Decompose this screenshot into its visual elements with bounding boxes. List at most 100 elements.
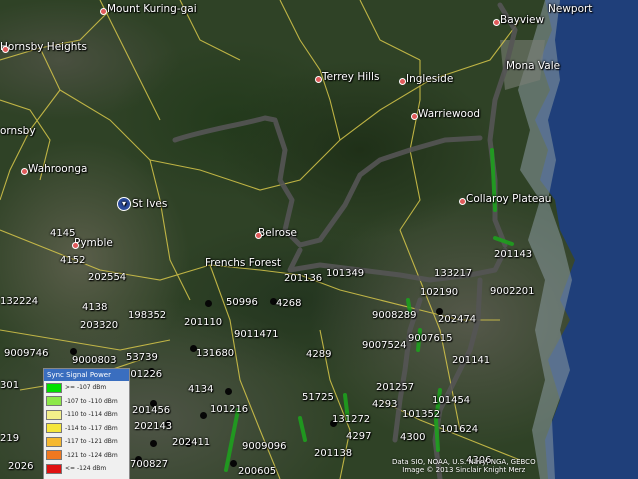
legend-item: -110 to -114 dBm xyxy=(44,408,129,422)
legend-swatch xyxy=(46,423,62,434)
site-label: 101352 xyxy=(402,409,441,420)
shield-icon: ▾ xyxy=(117,197,131,211)
site-label: 201138 xyxy=(314,448,353,459)
site-label: 202143 xyxy=(134,421,173,432)
place-pymble: Pymble xyxy=(74,237,113,249)
site-label: 202474 xyxy=(438,314,477,325)
site-label: 101624 xyxy=(440,424,479,435)
map-attribution: Data SIO, NOAA, U.S. Navy, NGA, GEBCO Im… xyxy=(392,458,536,474)
place-bayview: Bayview xyxy=(500,14,545,26)
place-marker[interactable] xyxy=(100,8,107,15)
place-terrey-hills: Terrey Hills xyxy=(322,71,380,83)
site-label: 9009746 xyxy=(4,348,49,359)
site-label: 4268 xyxy=(276,298,302,309)
legend-item: <= -124 dBm xyxy=(44,462,129,476)
site-label: 198352 xyxy=(128,310,167,321)
legend-label: -121 to -124 dBm xyxy=(65,451,118,459)
site-label: 201141 xyxy=(452,355,491,366)
place-marker[interactable] xyxy=(399,78,406,85)
place-marker[interactable] xyxy=(255,232,262,239)
site-label: 9000803 xyxy=(72,355,117,366)
site-label: 301 xyxy=(0,380,20,391)
site-marker[interactable] xyxy=(150,440,157,447)
site-label: 4138 xyxy=(82,302,108,313)
site-label: 9007615 xyxy=(408,333,453,344)
attribution-data: Data SIO, NOAA, U.S. Navy, NGA, GEBCO xyxy=(392,458,536,466)
site-label: 201136 xyxy=(284,273,323,284)
site-label: 201456 xyxy=(132,405,171,416)
place-hornsby: ornsby xyxy=(0,125,36,137)
place-mona-vale: Mona Vale xyxy=(506,60,561,72)
site-label: 2026 xyxy=(8,461,34,472)
site-label: 101216 xyxy=(210,404,249,415)
legend-label: <= -124 dBm xyxy=(65,465,107,473)
legend-swatch xyxy=(46,382,62,393)
site-label: 4300 xyxy=(400,432,426,443)
site-marker[interactable] xyxy=(230,460,237,467)
legend-swatch xyxy=(46,396,62,407)
map-view[interactable]: Mount Kuring-gai Hornsby Heights ornsby … xyxy=(0,0,638,479)
legend-label: -114 to -117 dBm xyxy=(65,424,118,432)
site-label: 202411 xyxy=(172,437,211,448)
site-label: 9002201 xyxy=(490,286,535,297)
site-label: 131680 xyxy=(196,348,235,359)
site-label: 131272 xyxy=(332,414,371,425)
legend-swatch xyxy=(46,436,62,447)
place-newport: Newport xyxy=(548,3,593,15)
legend-label: >= -107 dBm xyxy=(65,384,107,392)
site-label: 201143 xyxy=(494,249,533,260)
legend-label: -110 to -114 dBm xyxy=(65,411,118,419)
legend-label: -117 to -121 dBm xyxy=(65,438,118,446)
site-label: 101349 xyxy=(326,268,365,279)
place-marker[interactable] xyxy=(459,198,466,205)
site-label: 9011471 xyxy=(234,329,279,340)
site-label: 50996 xyxy=(226,297,258,308)
site-label: 9008289 xyxy=(372,310,417,321)
legend-item: -107 to -110 dBm xyxy=(44,395,129,409)
legend-label: -107 to -110 dBm xyxy=(65,397,118,405)
place-frenchs-forest: Frenchs Forest xyxy=(205,257,281,269)
site-label: 201257 xyxy=(376,382,415,393)
site-label: 202554 xyxy=(88,272,127,283)
place-ingleside: Ingleside xyxy=(406,73,454,85)
legend-item: -114 to -117 dBm xyxy=(44,422,129,436)
place-belrose: Belrose xyxy=(258,227,298,239)
signal-legend: Sync Signal Power >= -107 dBm -107 to -11… xyxy=(43,368,130,479)
site-label: 9007524 xyxy=(362,340,407,351)
site-marker[interactable] xyxy=(205,300,212,307)
legend-swatch xyxy=(46,409,62,420)
legend-title: Sync Signal Power xyxy=(44,369,129,381)
site-label: 9009096 xyxy=(242,441,287,452)
attribution-image: Image © 2013 Sinclair Knight Merz xyxy=(402,466,526,474)
place-st-ives: St Ives xyxy=(132,198,168,210)
site-label: 219 xyxy=(0,433,20,444)
legend-item: -121 to -124 dBm xyxy=(44,449,129,463)
site-label: 201110 xyxy=(184,317,223,328)
site-label: 4297 xyxy=(346,431,372,442)
site-label: 53739 xyxy=(126,352,158,363)
site-label: 4289 xyxy=(306,349,332,360)
place-wahroonga: Wahroonga xyxy=(28,163,88,175)
place-marker[interactable] xyxy=(493,19,500,26)
site-marker[interactable] xyxy=(200,412,207,419)
place-marker[interactable] xyxy=(2,46,9,53)
site-label: 4145 xyxy=(50,228,76,239)
legend-swatch xyxy=(46,463,62,474)
site-label: 102190 xyxy=(420,287,459,298)
place-collaroy-plateau: Collaroy Plateau xyxy=(466,193,552,205)
site-label: 101454 xyxy=(432,395,471,406)
place-hornsby-heights: Hornsby Heights xyxy=(0,41,87,53)
site-marker[interactable] xyxy=(70,348,77,355)
place-warriewood: Warriewood xyxy=(418,108,481,120)
legend-item: >= -107 dBm xyxy=(44,381,129,395)
place-marker[interactable] xyxy=(21,168,28,175)
place-marker[interactable] xyxy=(411,113,418,120)
site-marker[interactable] xyxy=(225,388,232,395)
place-marker[interactable] xyxy=(315,76,322,83)
site-label: 132224 xyxy=(0,296,39,307)
legend-item: -117 to -121 dBm xyxy=(44,435,129,449)
place-marker[interactable] xyxy=(72,242,79,249)
site-label: 203320 xyxy=(80,320,119,331)
place-mount-kuring-gai: Mount Kuring-gai xyxy=(107,3,197,15)
legend-swatch xyxy=(46,450,62,461)
